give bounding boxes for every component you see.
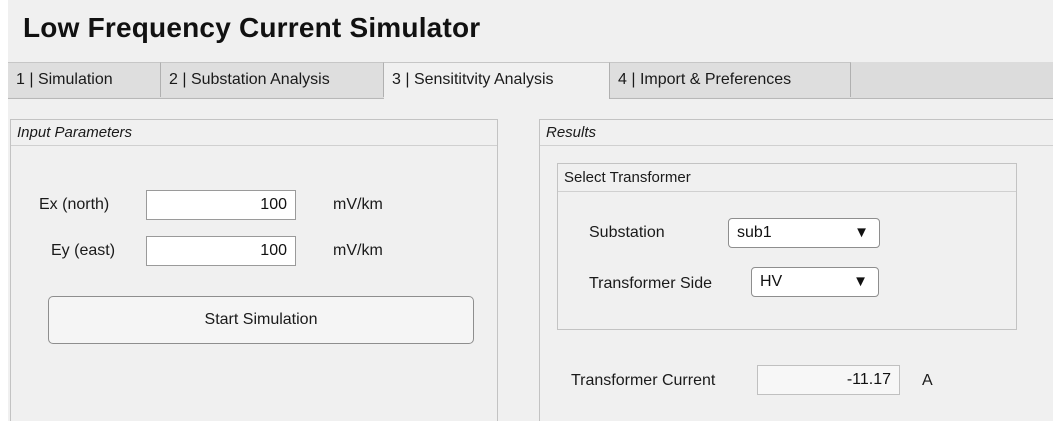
transformer-side-value: HV — [760, 273, 783, 290]
transformer-current-unit: A — [922, 372, 933, 389]
ex-input[interactable]: 100 — [146, 190, 296, 220]
transformer-current-label: Transformer Current — [571, 372, 716, 389]
tab-import-preferences[interactable]: 4 | Import & Preferences — [610, 62, 851, 97]
tab-bar: 1 | Simulation 2 | Substation Analysis 3… — [8, 62, 1053, 99]
transformer-side-label: Transformer Side — [589, 275, 712, 292]
ey-label: Ey (east) — [51, 242, 116, 259]
select-transformer-panel: Select Transformer Substation sub1 ▼ Tra… — [557, 163, 1017, 330]
chevron-down-icon: ▼ — [853, 273, 868, 290]
ex-label: Ex (north) — [39, 196, 110, 213]
transformer-side-dropdown[interactable]: HV ▼ — [751, 267, 879, 297]
substation-dropdown[interactable]: sub1 ▼ — [728, 218, 880, 248]
input-parameters-title: Input Parameters — [11, 120, 497, 146]
tab-simulation[interactable]: 1 | Simulation — [8, 62, 161, 97]
ey-input[interactable]: 100 — [146, 236, 296, 266]
app-title: Low Frequency Current Simulator — [23, 12, 481, 43]
substation-label: Substation — [589, 224, 665, 241]
start-simulation-button[interactable]: Start Simulation — [48, 296, 474, 344]
chevron-down-icon: ▼ — [854, 224, 869, 241]
tab-substation-analysis[interactable]: 2 | Substation Analysis — [161, 62, 384, 97]
input-parameters-panel: Input Parameters Ex (north) 100 mV/km Ey… — [10, 119, 498, 421]
app-window: Low Frequency Current Simulator 1 | Simu… — [8, 0, 1053, 421]
transformer-current-readout: -11.17 — [757, 365, 900, 395]
select-transformer-title: Select Transformer — [558, 164, 1016, 192]
results-title: Results — [540, 120, 1053, 146]
ey-unit: mV/km — [333, 242, 383, 259]
results-panel: Results Select Transformer Substation su… — [539, 119, 1053, 421]
substation-value: sub1 — [737, 224, 772, 241]
ex-unit: mV/km — [333, 196, 383, 213]
tab-sensitivity-analysis[interactable]: 3 | Sensititvity Analysis — [384, 62, 610, 99]
